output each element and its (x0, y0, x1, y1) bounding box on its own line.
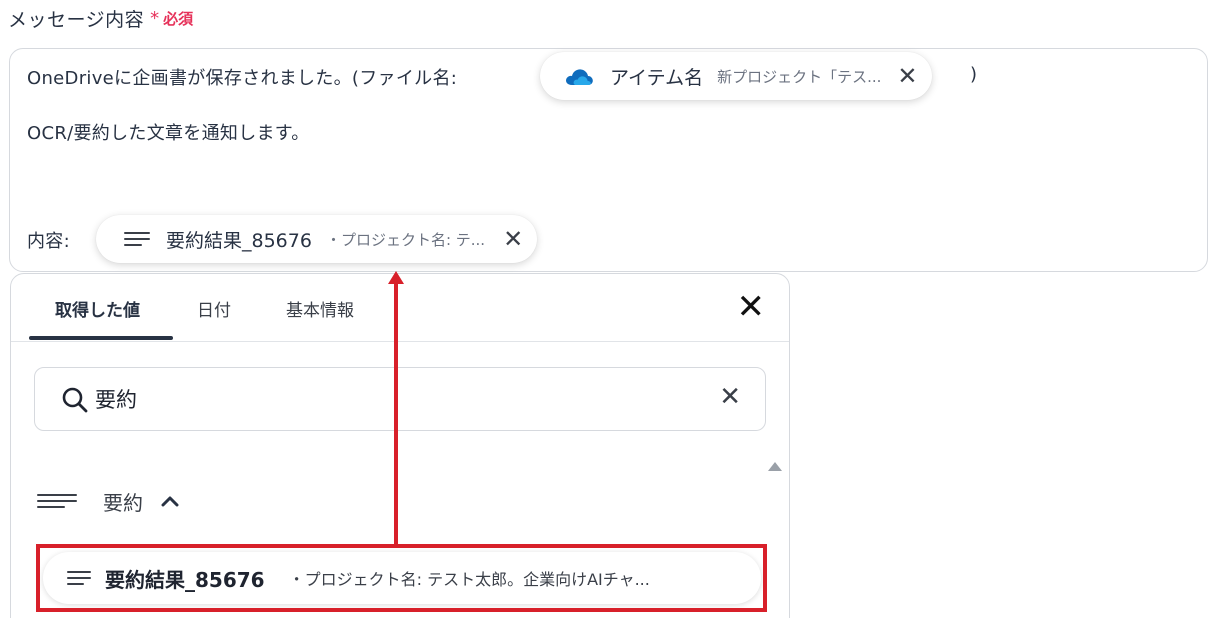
chevron-up-icon (161, 496, 179, 507)
tab-date[interactable]: 日付 (197, 296, 231, 321)
chip-item-label: アイテム名 (610, 66, 704, 89)
chip-item-preview: 新プロジェクト「テス... (717, 67, 882, 86)
annotation-arrow-head (388, 271, 404, 284)
chip-item-close-icon[interactable]: ✕ (897, 64, 917, 88)
tab-basic-info[interactable]: 基本情報 (286, 296, 354, 321)
required-badge: 必須 (163, 9, 194, 28)
chip-summary-label: 要約結果_85676 (166, 229, 312, 252)
message-content-field: メッセージ内容 * 必須 OneDriveに企画書が保存されました。(ファイル名… (0, 0, 1217, 618)
search-icon (62, 387, 88, 413)
chip-summary-preview: ・プロジェクト名: テ... (325, 230, 486, 249)
annotation-highlight-box (36, 544, 767, 612)
onedrive-cloud-icon (566, 69, 593, 85)
chip-summary-result[interactable]: 要約結果_85676 ・プロジェクト名: テ... ✕ (96, 215, 538, 263)
editor-line-1-suffix: ) (970, 64, 978, 85)
field-label-row: メッセージ内容 * 必須 (8, 4, 193, 32)
close-icon[interactable]: ✕ (737, 290, 766, 324)
scroll-up-arrow-icon[interactable] (768, 462, 782, 471)
search-input[interactable]: 要約 ✕ (34, 367, 766, 431)
editor-line-1: OneDriveに企画書が保存されました。(ファイル名: (27, 68, 458, 89)
lines-icon (37, 494, 77, 508)
group-name: 要約 (103, 490, 143, 515)
chip-summary-close-icon[interactable]: ✕ (503, 227, 523, 251)
lines-icon (124, 232, 150, 246)
tab-obtained-values[interactable]: 取得した値 (55, 296, 140, 321)
message-editor[interactable]: OneDriveに企画書が保存されました。(ファイル名: アイテム名 新プロジェ… (9, 48, 1208, 272)
chip-item-name[interactable]: アイテム名 新プロジェクト「テス... ✕ (540, 52, 932, 100)
group-header-summary[interactable]: 要約 (37, 486, 179, 516)
search-query: 要約 (95, 388, 137, 412)
search-clear-icon[interactable]: ✕ (719, 384, 741, 410)
field-label: メッセージ内容 (8, 8, 145, 31)
picker-tabs: 取得した値 日付 基本情報 ✕ (11, 274, 789, 342)
required-star-icon: * (150, 7, 160, 29)
active-tab-indicator (29, 336, 173, 340)
annotation-arrow (394, 280, 398, 548)
editor-line-2: OCR/要約した文章を通知します。 (27, 123, 310, 144)
content-label: 内容: (27, 231, 70, 252)
